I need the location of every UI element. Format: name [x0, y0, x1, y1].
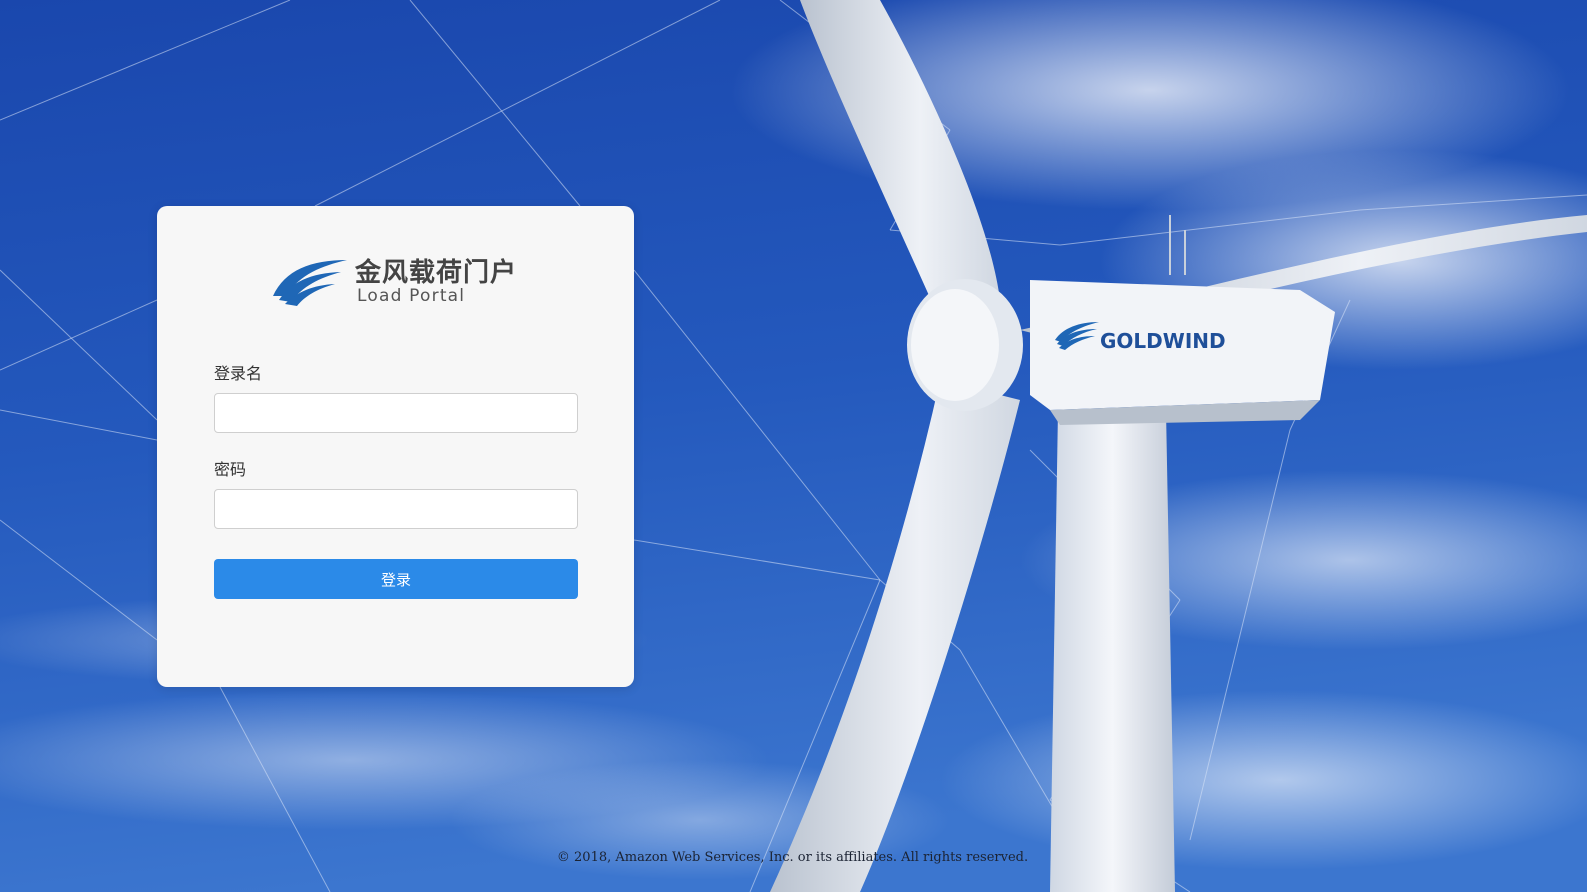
portal-subtitle: Load Portal	[357, 286, 466, 306]
portal-title: 金风载荷门户	[355, 258, 518, 288]
goldwind-swoosh-icon	[273, 260, 347, 306]
password-label: 密码	[214, 460, 247, 479]
username-label: 登录名	[214, 364, 263, 383]
login-button[interactable]: 登录	[214, 559, 578, 599]
login-card: 金风载荷门户 Load Portal 登录名 密码 登录	[157, 206, 634, 687]
nacelle-brand-text: GOLDWIND	[1100, 329, 1226, 353]
username-input[interactable]	[214, 393, 578, 433]
password-input[interactable]	[214, 489, 578, 529]
copyright-footer: © 2018, Amazon Web Services, Inc. or its…	[556, 850, 1029, 865]
portal-logo: 金风载荷门户 Load Portal	[271, 254, 531, 314]
